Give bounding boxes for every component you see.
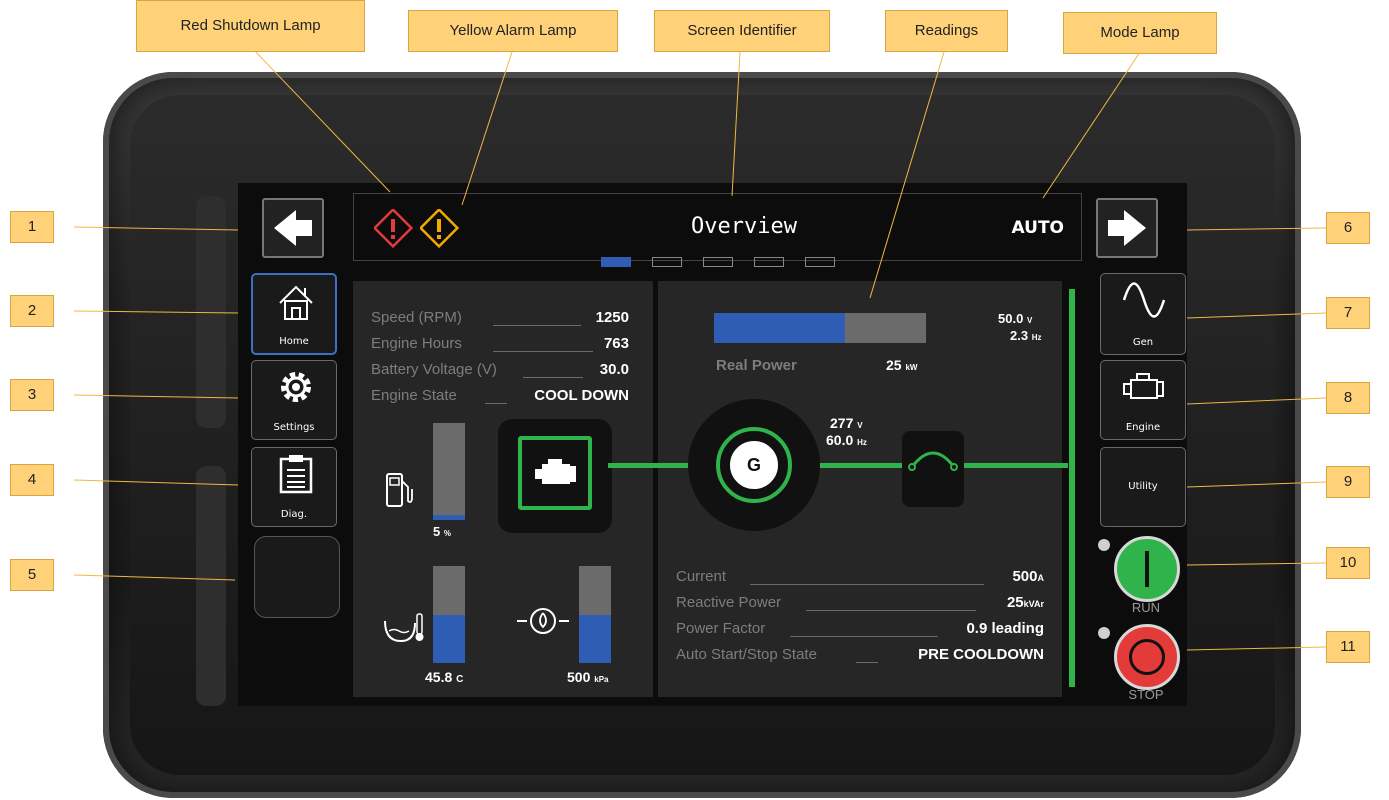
callout-number: 1 bbox=[10, 211, 54, 243]
callout-screen-identifier: Screen Identifier bbox=[654, 10, 830, 52]
callout-number: 11 bbox=[1326, 631, 1370, 663]
callout-number: 9 bbox=[1326, 466, 1370, 498]
callout-number: 8 bbox=[1326, 382, 1370, 414]
callout-leader-lines bbox=[73, 47, 1327, 651]
callout-mode-lamp: Mode Lamp bbox=[1063, 12, 1217, 54]
callout-readings: Readings bbox=[885, 10, 1008, 52]
callout-number: 2 bbox=[10, 295, 54, 327]
callout-red-shutdown: Red Shutdown Lamp bbox=[136, 0, 365, 52]
callout-yellow-alarm: Yellow Alarm Lamp bbox=[408, 10, 618, 52]
callout-number: 10 bbox=[1326, 547, 1370, 579]
callout-number: 4 bbox=[10, 464, 54, 496]
callout-number: 6 bbox=[1326, 212, 1370, 244]
callout-number: 7 bbox=[1326, 297, 1370, 329]
callout-number: 3 bbox=[10, 379, 54, 411]
callout-number: 5 bbox=[10, 559, 54, 591]
